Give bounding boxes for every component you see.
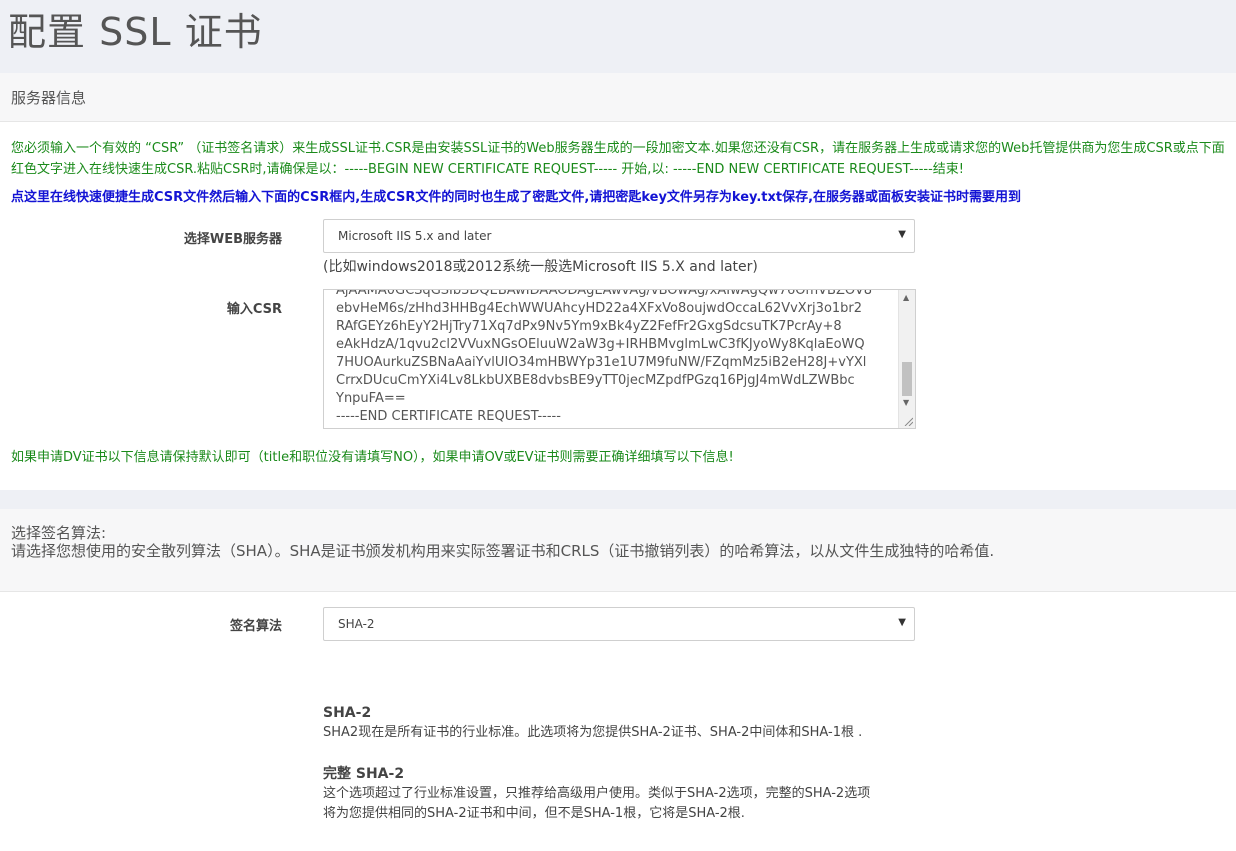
sha2-info: SHA-2 SHA2现在是所有证书的行业标准。此选项将为您提供SHA-2证书、S… — [323, 703, 923, 743]
server-info-title: 服务器信息 — [11, 89, 87, 107]
csr-textarea[interactable]: AjAAMA0GCSqGSIb3DQEBAwIDAAODAgEAwvAg/vBO… — [323, 289, 916, 429]
chevron-down-icon: ▼ — [898, 617, 906, 628]
full-sha2-info: 完整 SHA-2 这个选项超过了行业标准设置，只推荐给高级用户使用。类似于SHA… — [323, 764, 923, 824]
signature-algorithm-select[interactable]: SHA-2 ▼ — [323, 607, 915, 641]
csr-generator-link[interactable]: 点这里在线快速便捷生成CSR文件然后输入下面的CSR框内,生成CSR文件的同时也… — [11, 188, 1021, 208]
signature-algorithm-label: 签名算法 — [229, 619, 282, 634]
csr-input-label: 输入CSR — [226, 302, 282, 317]
sha2-info-title: SHA-2 — [323, 705, 372, 721]
page-title: 配置 SSL 证书 — [8, 10, 263, 54]
full-sha2-info-line2: 将为您提供相同的SHA-2证书和中间，但不是SHA-1根，它将是SHA-2根. — [323, 806, 745, 821]
full-sha2-info-line1: 这个选项超过了行业标准设置，只推荐给高级用户使用。类似于SHA-2选项，完整的S… — [323, 786, 871, 801]
csr-notice: 您必须输入一个有效的 “CSR” （证书签名请求）来生成SSL证书.CSR是由安… — [11, 141, 1225, 177]
dv-ov-notice: 如果申请DV证书以下信息请保持默认即可（title和职位没有请填写NO），如果申… — [11, 450, 734, 465]
csr-textarea-scrollbar[interactable]: ▲ ▼ — [898, 290, 915, 428]
chevron-down-icon: ▼ — [898, 229, 906, 240]
web-server-select[interactable]: Microsoft IIS 5.x and later ▼ — [323, 219, 915, 253]
sha2-info-text: SHA2现在是所有证书的行业标准。此选项将为您提供SHA-2证书、SHA-2中间… — [323, 725, 863, 740]
signature-algorithm-selected-value: SHA-2 — [338, 617, 375, 631]
web-server-hint: (比如windows2018或2012系统一般选Microsoft IIS 5.… — [323, 259, 758, 275]
resize-handle-icon[interactable] — [903, 416, 913, 426]
signature-panel-header: 选择签名算法: 请选择您想使用的安全散列算法（SHA）。SHA是证书颁发机构用来… — [0, 509, 1236, 592]
page-header: 配置 SSL 证书 — [0, 0, 1236, 73]
full-sha2-info-title: 完整 SHA-2 — [323, 766, 405, 782]
web-server-label: 选择WEB服务器 — [183, 232, 282, 247]
web-server-selected-value: Microsoft IIS 5.x and later — [338, 229, 492, 243]
signature-panel-description: 请选择您想使用的安全散列算法（SHA）。SHA是证书颁发机构用来实际签署证书和C… — [11, 542, 995, 560]
section-divider — [0, 490, 1236, 509]
csr-textarea-content: AjAAMA0GCSqGSIb3DQEBAwIDAAODAgEAwvAg/vBO… — [336, 289, 873, 424]
scroll-up-arrow-icon[interactable]: ▲ — [903, 293, 909, 302]
scroll-down-arrow-icon[interactable]: ▼ — [903, 398, 909, 407]
server-info-panel-header: 服务器信息 — [0, 73, 1236, 122]
scrollbar-thumb[interactable] — [902, 362, 912, 396]
